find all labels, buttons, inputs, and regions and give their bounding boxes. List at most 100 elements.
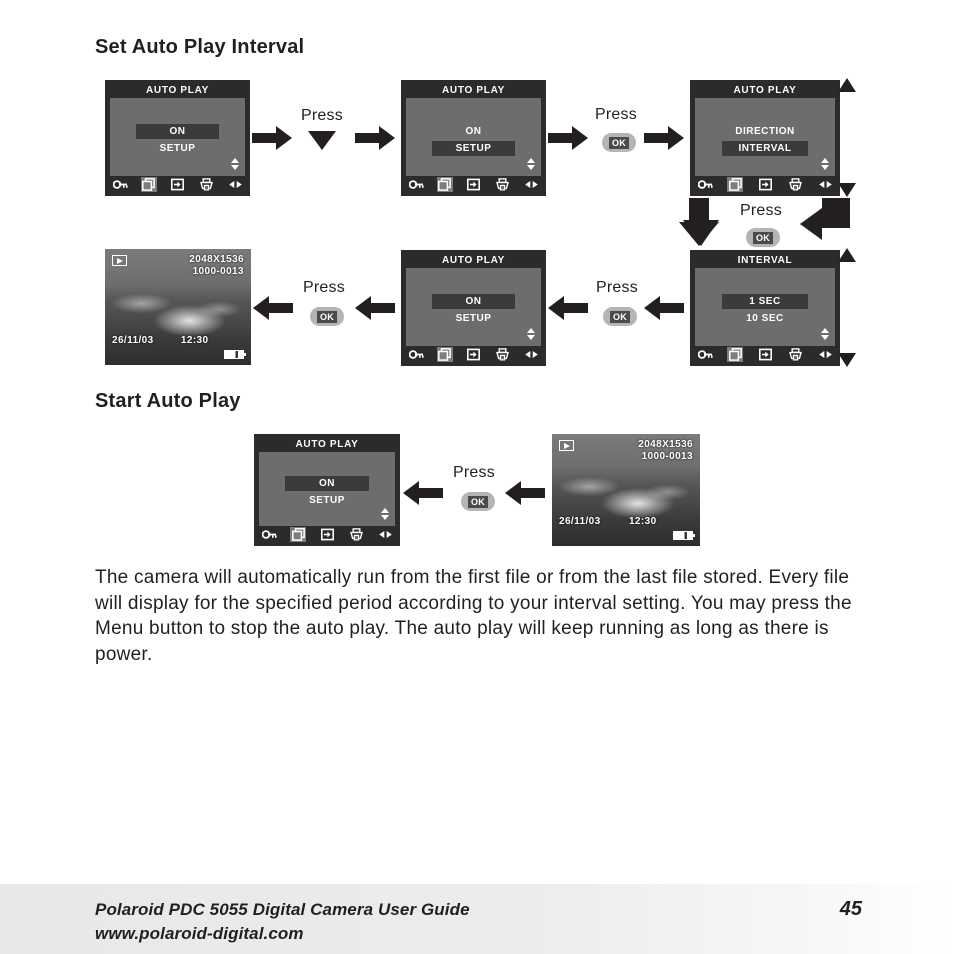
flow-arrow-right xyxy=(355,126,395,150)
lcd-body: ON SETUP xyxy=(259,452,395,526)
ok-button-label: OK xyxy=(608,136,630,149)
printer-icon[interactable] xyxy=(348,527,364,542)
ok-button-label: OK xyxy=(609,310,631,323)
lcd-title: INTERVAL xyxy=(737,255,793,266)
photo-file-number: 1000-0013 xyxy=(641,451,693,462)
ok-button[interactable]: OK xyxy=(310,307,344,326)
menu-item-on[interactable]: ON xyxy=(135,124,220,139)
lcd-menu: ON SETUP xyxy=(259,476,395,508)
flow-arrow-left xyxy=(644,296,684,320)
flow-arrow-left xyxy=(403,481,443,505)
transfer-icon[interactable] xyxy=(757,347,773,362)
left-right-arrows-icon[interactable] xyxy=(523,177,539,192)
press-label: Press xyxy=(303,279,345,296)
left-right-arrows-icon[interactable] xyxy=(817,177,833,192)
printer-icon[interactable] xyxy=(494,177,510,192)
menu-item-direction[interactable]: DIRECTION xyxy=(722,124,809,139)
lcd-icon-bar xyxy=(695,176,835,193)
lcd-title: AUTO PLAY xyxy=(146,85,209,96)
scroll-down-indicator xyxy=(838,183,856,197)
printer-icon[interactable] xyxy=(787,177,803,192)
transfer-icon[interactable] xyxy=(319,527,335,542)
up-down-arrows-icon xyxy=(526,326,535,342)
menu-item-setup[interactable]: SETUP xyxy=(431,141,516,156)
flow-arrow-left xyxy=(355,296,395,320)
menu-item-1-sec[interactable]: 1 SEC xyxy=(721,294,809,309)
multi-frame-icon[interactable] xyxy=(436,177,453,192)
ok-button[interactable]: OK xyxy=(603,307,637,326)
up-down-arrows-icon xyxy=(820,156,829,172)
lcd-screen-auto-play-on: AUTO PLAY ON SETUP xyxy=(105,80,250,196)
lcd-menu: ON SETUP xyxy=(406,124,541,156)
press-label: Press xyxy=(595,106,637,123)
multi-frame-icon[interactable] xyxy=(727,347,743,362)
up-down-arrows-icon xyxy=(526,156,535,172)
left-right-arrows-icon[interactable] xyxy=(377,527,393,542)
press-label: Press xyxy=(596,279,638,296)
up-down-arrows-icon xyxy=(820,326,829,342)
page-footer: Polaroid PDC 5055 Digital Camera User Gu… xyxy=(0,884,954,954)
menu-item-setup[interactable]: SETUP xyxy=(285,493,369,508)
ok-button[interactable]: OK xyxy=(461,492,495,511)
lcd-icon-bar xyxy=(110,176,245,193)
photo-time: 12:30 xyxy=(180,335,209,346)
key-icon[interactable] xyxy=(697,177,713,192)
lcd-screen-interval: INTERVAL 1 SEC 10 SEC xyxy=(690,250,840,366)
menu-item-on[interactable]: ON xyxy=(284,476,370,491)
press-label: Press xyxy=(301,107,343,124)
footer-page-number: 45 xyxy=(839,898,862,920)
press-label: Press xyxy=(740,202,782,219)
multi-frame-icon[interactable] xyxy=(436,347,453,362)
menu-item-interval[interactable]: INTERVAL xyxy=(721,141,809,156)
ok-button-label: OK xyxy=(752,231,774,244)
ok-button[interactable]: OK xyxy=(602,133,636,152)
lcd-menu: ON SETUP xyxy=(406,294,541,326)
lcd-menu: 1 SEC 10 SEC xyxy=(695,294,835,326)
menu-item-setup[interactable]: SETUP xyxy=(136,141,220,156)
printer-icon[interactable] xyxy=(787,347,803,362)
multi-frame-icon[interactable] xyxy=(140,177,157,192)
flow-arrow-elbow-left xyxy=(800,198,850,244)
transfer-icon[interactable] xyxy=(466,177,482,192)
flow-arrow-left xyxy=(253,296,293,320)
menu-item-on[interactable]: ON xyxy=(432,124,516,139)
lcd-title: AUTO PLAY xyxy=(442,85,505,96)
lcd-icon-bar xyxy=(259,526,395,543)
lcd-body: 1 SEC 10 SEC xyxy=(695,268,835,346)
key-icon[interactable] xyxy=(697,347,713,362)
key-icon[interactable] xyxy=(261,527,277,542)
key-icon[interactable] xyxy=(112,177,128,192)
flow-arrow-right xyxy=(548,126,588,150)
menu-item-10-sec[interactable]: 10 SEC xyxy=(722,311,809,326)
transfer-icon[interactable] xyxy=(466,347,482,362)
lcd-body: ON SETUP xyxy=(406,268,541,346)
left-right-arrows-icon[interactable] xyxy=(817,347,833,362)
multi-frame-icon[interactable] xyxy=(727,177,743,192)
key-icon[interactable] xyxy=(408,347,424,362)
printer-icon[interactable] xyxy=(494,347,510,362)
lcd-body: DIRECTION INTERVAL xyxy=(695,98,835,176)
footer-website-url[interactable]: www.polaroid-digital.com xyxy=(95,924,304,944)
left-right-arrows-icon[interactable] xyxy=(227,177,243,192)
photo-resolution: 2048X1536 xyxy=(638,439,693,450)
flow-arrow-left xyxy=(505,481,545,505)
transfer-icon[interactable] xyxy=(170,177,186,192)
page-title-set-auto-play-interval: Set Auto Play Interval xyxy=(95,36,305,58)
transfer-icon[interactable] xyxy=(757,177,773,192)
key-icon[interactable] xyxy=(408,177,424,192)
left-right-arrows-icon[interactable] xyxy=(523,347,539,362)
printer-icon[interactable] xyxy=(198,177,214,192)
press-label: Press xyxy=(453,464,495,481)
up-down-arrows-icon xyxy=(380,506,389,522)
lcd-body: ON SETUP xyxy=(406,98,541,176)
multi-frame-icon[interactable] xyxy=(290,527,306,542)
flow-arrow-elbow-down xyxy=(679,198,723,246)
battery-icon xyxy=(224,350,246,359)
down-button-icon[interactable] xyxy=(308,131,336,150)
menu-item-setup[interactable]: SETUP xyxy=(432,311,516,326)
body-paragraph: The camera will automatically run from t… xyxy=(95,567,852,665)
ok-button[interactable]: OK xyxy=(746,228,780,247)
lcd-screen-start-auto-play: AUTO PLAY ON SETUP xyxy=(254,434,400,546)
photo-info: 2048X1536 1000-0013 xyxy=(638,439,693,463)
menu-item-on[interactable]: ON xyxy=(431,294,516,309)
